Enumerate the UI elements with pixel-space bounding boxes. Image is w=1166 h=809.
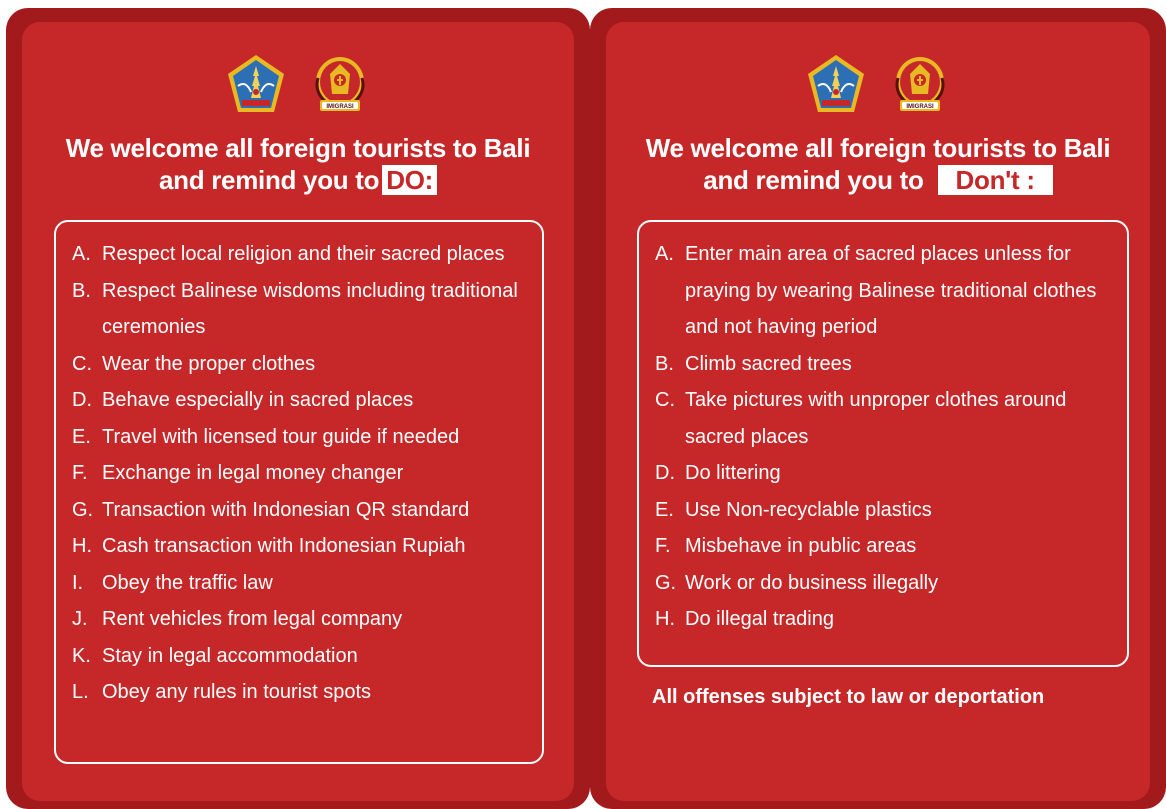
list-item: J. Rent vehicles from legal company (72, 601, 542, 638)
list-item: F. Exchange in legal money changer (72, 455, 542, 492)
list-item-letter: G. (655, 571, 677, 594)
list-item-text: Behave especially in sacred places (102, 389, 414, 411)
list-item-letter: A. (655, 243, 674, 265)
list-item-text: Do illegal trading (685, 608, 834, 630)
list-item: C. Take pictures with unproper clothes ar… (655, 382, 1127, 455)
bali-province-emblem-icon (808, 55, 864, 112)
logo-row: IMIGRASI (22, 52, 574, 122)
list-item-letter: J. (72, 608, 88, 630)
list-item-letter: A. (72, 243, 91, 265)
list-item: E. Use Non-recyclable plastics (655, 492, 1127, 529)
do-panel-inner: IMIGRASI We welcome all foreign tourists… (22, 22, 574, 801)
list-item-letter: D. (655, 462, 675, 484)
list-item-letter: D. (72, 389, 92, 411)
list-item: A. Respect local religion and their sacre… (72, 236, 542, 273)
list-item-letter: K. (72, 644, 91, 667)
imigrasi-emblem-icon: IMIGRASI (315, 57, 365, 111)
footer-note: All offenses subject to law or deportati… (652, 686, 1045, 708)
list-item: H. Do illegal trading (655, 601, 1127, 638)
list-item-letter: F. (72, 462, 88, 484)
list-item: K. Stay in legal accommodation (72, 638, 542, 675)
list-item: G. Work or do business illegally (655, 565, 1127, 602)
list-item: C. Wear the proper clothes (72, 346, 542, 383)
list-item-text: Rent vehicles from legal company (102, 608, 403, 630)
list-item-text: Do littering (685, 462, 781, 484)
list-item-letter: B. (72, 279, 91, 302)
list-item-letter: L. (72, 681, 89, 703)
dont-heading: We welcome all foreign tourists to Bali … (616, 132, 1140, 196)
list-item-text: Respect local religion and their sacred … (102, 243, 505, 265)
list-item-letter: G. (72, 498, 94, 521)
list-item-letter: C. (72, 352, 92, 375)
dont-list-box: A. Enter main area of sacred places unles… (637, 220, 1129, 667)
bali-province-emblem-icon (228, 55, 284, 112)
do-list-box: A. Respect local religion and their sacre… (54, 220, 544, 764)
list-item-letter: B. (655, 352, 674, 375)
list-item-text: Obey any rules in tourist spots (102, 681, 372, 703)
list-item: G. Transaction with Indonesian QR standar… (72, 492, 542, 529)
list-item: E. Travel with licensed tour guide if nee… (72, 419, 542, 456)
list-item: D. Do littering (655, 455, 1127, 492)
list-item-letter: E. (655, 498, 674, 521)
list-item: D. Behave especially in sacred places (72, 382, 542, 419)
dont-panel-inner: IMIGRASI We welcome all foreign tourists… (606, 22, 1150, 801)
dont-heading-prefix: and remind you to (703, 165, 924, 195)
imigrasi-emblem-icon: IMIGRASI (895, 57, 945, 111)
list-item-text: Respect Balinese wisdoms including tradi… (102, 279, 518, 339)
list-item: A. Enter main area of sacred places unles… (655, 236, 1127, 346)
list-item: F. Misbehave in public areas (655, 528, 1127, 565)
dont-heading-line2: and remind you to Don't : (616, 164, 1140, 196)
list-item-text: Transaction with Indonesian QR standard (102, 498, 470, 521)
list-item-letter: F. (655, 535, 671, 557)
list-item: L. Obey any rules in tourist spots (72, 674, 542, 711)
list-item-letter: H. (72, 535, 92, 557)
list-item-text: Travel with licensed tour guide if neede… (102, 425, 460, 448)
list-item: B. Climb sacred trees (655, 346, 1127, 383)
list-item: H. Cash transaction with Indonesian Rupia… (72, 528, 542, 565)
dont-heading-line1: We welcome all foreign tourists to Bali (645, 133, 1111, 163)
do-highlight-badge: DO: (382, 165, 437, 195)
dont-highlight-badge: Don't : (937, 165, 1053, 195)
dont-panel: IMIGRASI We welcome all foreign tourists… (590, 8, 1166, 809)
logo-row: IMIGRASI (606, 52, 1150, 122)
do-heading-line2: and remind you to DO: (32, 164, 564, 196)
list-item: B. Respect Balinese wisdoms including tra… (72, 273, 542, 346)
list-item-letter: H. (655, 608, 675, 630)
do-heading-line1: We welcome all foreign tourists to Bali (65, 133, 531, 163)
list-item-text: Use Non-recyclable plastics (685, 498, 932, 521)
list-item-letter: I. (72, 571, 84, 594)
list-item-letter: E. (72, 425, 91, 448)
do-panel: IMIGRASI We welcome all foreign tourists… (6, 8, 590, 809)
list-item-text: Climb sacred trees (685, 352, 852, 375)
list-item-text: Stay in legal accommodation (102, 644, 358, 667)
list-item-text: Work or do business illegally (685, 571, 939, 594)
list-item: I. Obey the traffic law (72, 565, 542, 602)
list-item-text: Exchange in legal money changer (102, 462, 404, 484)
list-item-text: Wear the proper clothes (102, 352, 316, 375)
list-item-text: Take pictures with unproper clothes arou… (685, 389, 1067, 448)
list-item-text: Enter main area of sacred places unless … (685, 243, 1097, 338)
do-heading-prefix: and remind you to (158, 165, 380, 195)
list-item-text: Cash transaction with Indonesian Rupiah (102, 535, 466, 557)
imigrasi-seal-text: IMIGRASI (906, 104, 934, 110)
list-item-text: Obey the traffic law (102, 571, 273, 594)
do-heading: We welcome all foreign tourists to Bali … (32, 132, 564, 196)
list-item-text: Misbehave in public areas (685, 535, 917, 557)
do-list: A. Respect local religion and their sacre… (56, 222, 542, 711)
list-item-letter: C. (655, 389, 675, 411)
dont-list: A. Enter main area of sacred places unles… (639, 222, 1127, 638)
imigrasi-seal-text: IMIGRASI (326, 104, 354, 110)
